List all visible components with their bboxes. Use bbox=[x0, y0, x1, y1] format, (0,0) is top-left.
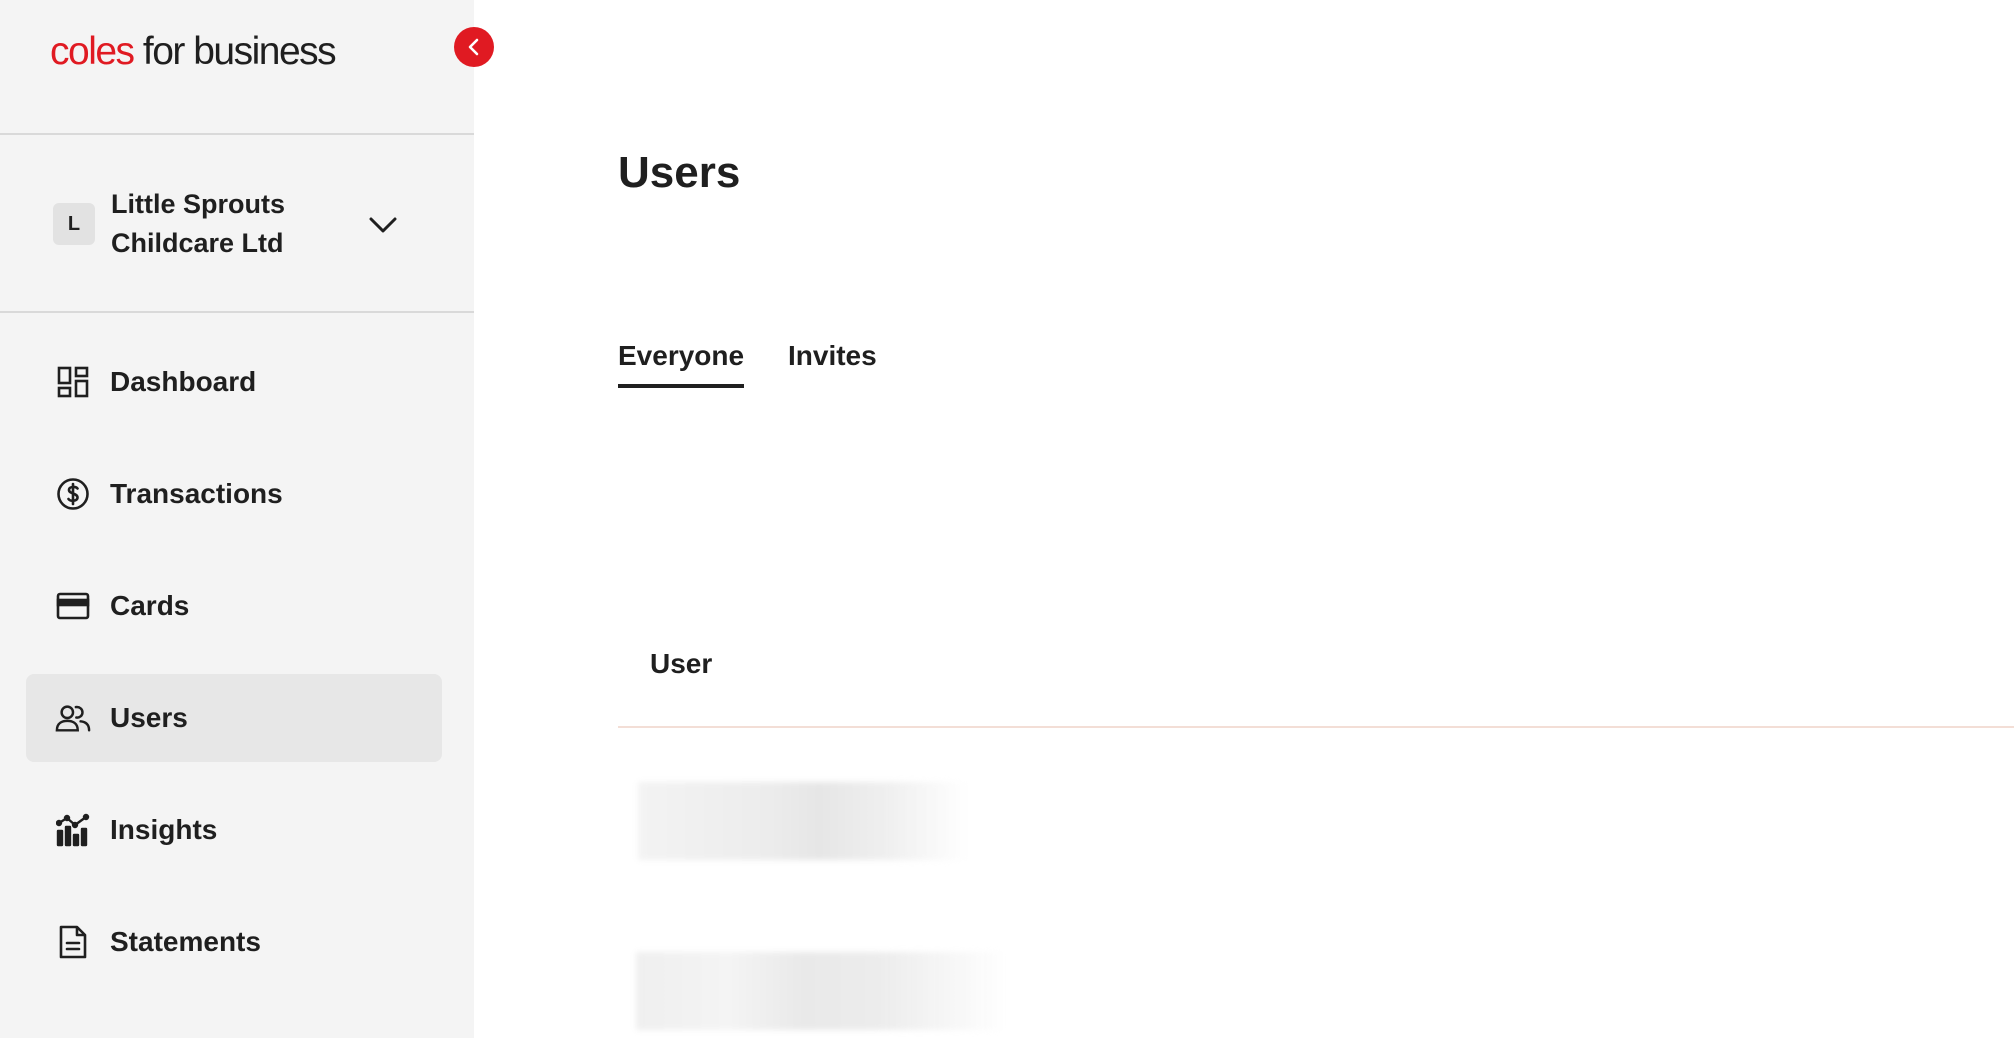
tab-invites[interactable]: Invites bbox=[788, 340, 877, 384]
sidebar-divider bbox=[0, 133, 474, 135]
table-header-divider bbox=[618, 726, 2014, 728]
credit-card-icon bbox=[55, 588, 91, 624]
logo-suffix-text: for business bbox=[133, 30, 337, 73]
column-header-user: User bbox=[650, 648, 713, 679]
sidebar: coles for business L Little Sprouts Chil… bbox=[0, 0, 474, 1038]
chevron-down-icon[interactable] bbox=[368, 210, 398, 245]
page-title: Users bbox=[618, 148, 741, 197]
sidebar-item-statements[interactable]: Statements bbox=[26, 898, 442, 986]
insights-chart-icon bbox=[55, 812, 91, 848]
dollar-circle-icon bbox=[55, 476, 91, 512]
tab-everyone[interactable]: Everyone bbox=[618, 340, 745, 388]
sidebar-item-dashboard[interactable]: Dashboard bbox=[26, 338, 442, 426]
sidebar-item-label: Transactions bbox=[110, 478, 283, 509]
organization-switcher[interactable]: L Little Sprouts Childcare Ltd bbox=[52, 186, 422, 262]
users-icon bbox=[55, 700, 91, 736]
sidebar-item-label: Statements bbox=[110, 926, 261, 957]
organization-name: Little Sprouts Childcare Ltd bbox=[111, 189, 285, 258]
collapse-sidebar-button[interactable] bbox=[454, 27, 494, 67]
sidebar-item-cards[interactable]: Cards bbox=[26, 562, 442, 650]
table-row[interactable] bbox=[636, 952, 1008, 1030]
dashboard-icon bbox=[55, 364, 91, 400]
sidebar-item-users[interactable]: Users bbox=[26, 674, 442, 762]
sidebar-item-transactions[interactable]: Transactions bbox=[26, 450, 442, 538]
document-icon bbox=[55, 924, 91, 960]
sidebar-item-label: Cards bbox=[110, 590, 190, 621]
sidebar-item-label: Dashboard bbox=[110, 366, 257, 397]
sidebar-divider bbox=[0, 311, 474, 313]
logo-brand-text: coles bbox=[50, 30, 135, 73]
sidebar-item-insights[interactable]: Insights bbox=[26, 786, 442, 874]
coles-for-business-logo[interactable]: coles for business bbox=[50, 30, 337, 74]
sidebar-item-label: Insights bbox=[110, 814, 218, 845]
chevron-left-icon bbox=[468, 38, 479, 56]
organization-avatar: L bbox=[53, 203, 95, 245]
table-row[interactable] bbox=[638, 782, 968, 860]
sidebar-item-label: Users bbox=[110, 702, 188, 733]
